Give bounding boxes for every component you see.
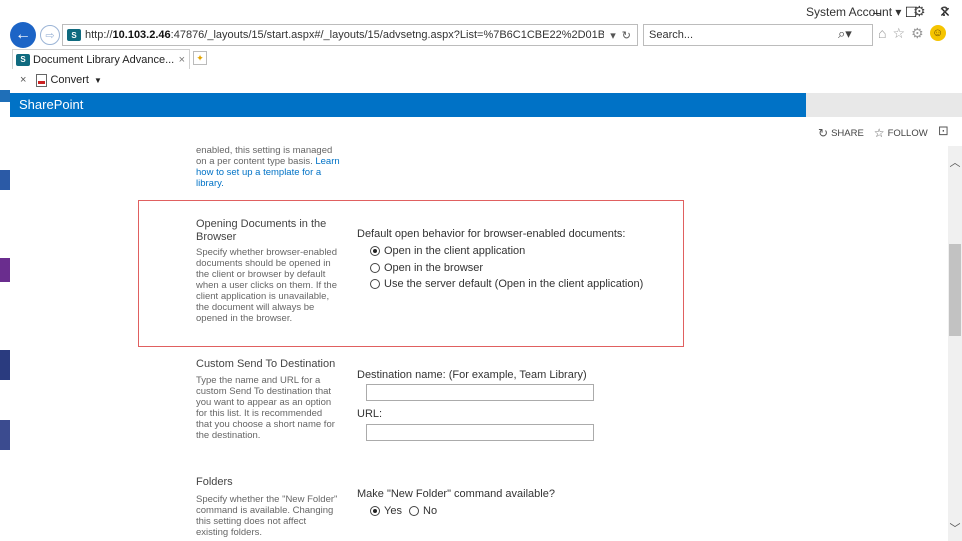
- folders-title: Folders: [196, 476, 233, 488]
- new-folder-prompt: Make "New Folder" command available?: [357, 488, 555, 500]
- send-to-description: Type the name and URL for a custom Send …: [196, 375, 335, 441]
- default-open-behavior-label: Default open behavior for browser-enable…: [357, 228, 626, 240]
- suite-bar: SharePoint: [10, 93, 962, 117]
- follow-button[interactable]: FOLLOW: [888, 128, 928, 139]
- folders-description: Specify whether the "New Folder" command…: [196, 494, 338, 538]
- pdf-convert-icon: [36, 73, 48, 87]
- destination-name-input[interactable]: [366, 384, 594, 401]
- account-menu[interactable]: System Account ▾: [806, 5, 901, 19]
- tab-row: S Document Library Advance... × ✦: [10, 49, 962, 69]
- sharepoint-tab-icon: S: [16, 53, 30, 66]
- radio-open-client[interactable]: Open in the client application: [370, 245, 525, 257]
- address-url[interactable]: http://10.103.2.46:47876/_layouts/15/sta…: [85, 29, 604, 41]
- tab-title: Document Library Advance...: [33, 53, 175, 66]
- url-label: URL:: [357, 408, 383, 420]
- vertical-scrollbar[interactable]: ︿ ﹀: [948, 146, 962, 541]
- back-button[interactable]: ←: [10, 22, 36, 48]
- address-bar[interactable]: S http://10.103.2.46:47876/_layouts/15/s…: [62, 24, 638, 46]
- sharepoint-favicon-icon: S: [67, 29, 81, 41]
- send-to-title: Custom Send To Destination: [196, 358, 336, 370]
- scrollbar-thumb[interactable]: [949, 244, 961, 336]
- opening-documents-description: Specify whether browser-enabled document…: [196, 247, 337, 324]
- radio-button-checked[interactable]: [370, 506, 380, 516]
- learn-template-link-line2[interactable]: how to set up a template for a: [196, 167, 346, 178]
- desktop-edge: [0, 0, 10, 541]
- radio-button[interactable]: [370, 279, 380, 289]
- radio-button[interactable]: [370, 263, 380, 273]
- address-dropdown-icon[interactable]: ▾: [610, 29, 616, 42]
- forward-button[interactable]: ⇨: [40, 25, 60, 45]
- tab-document-library-advanced[interactable]: S Document Library Advance... ×: [12, 49, 190, 69]
- destination-url-input[interactable]: [366, 424, 594, 441]
- help-icon[interactable]: ?: [940, 3, 949, 19]
- tab-close-icon[interactable]: ×: [179, 54, 185, 66]
- suite-bar-right-panel: [806, 93, 962, 117]
- tools-gear-icon[interactable]: ⚙: [911, 25, 924, 42]
- radio-button[interactable]: [409, 506, 419, 516]
- command-bar-close-icon[interactable]: ×: [20, 74, 26, 86]
- page-actions: ↻ SHARE ☆ FOLLOW: [818, 126, 928, 140]
- new-tab-button[interactable]: ✦: [193, 51, 207, 65]
- refresh-icon[interactable]: ↻: [622, 29, 631, 42]
- radio-server-default[interactable]: Use the server default (Open in the clie…: [370, 278, 643, 290]
- sharepoint-brand[interactable]: SharePoint: [19, 97, 83, 112]
- radio-new-folder-yes[interactable]: Yes: [370, 505, 402, 517]
- scroll-down-icon[interactable]: ﹀: [948, 520, 962, 536]
- radio-button-checked[interactable]: [370, 246, 380, 256]
- radio-open-browser[interactable]: Open in the browser: [370, 262, 483, 274]
- learn-template-link[interactable]: Learn: [315, 156, 339, 167]
- destination-name-label: Destination name: (For example, Team Lib…: [357, 369, 587, 381]
- feedback-smiley-icon[interactable]: ☺: [929, 25, 946, 41]
- search-icon[interactable]: ⌕▾: [838, 26, 852, 42]
- convert-dropdown-icon[interactable]: ▼: [94, 76, 102, 85]
- favorites-star-icon[interactable]: ☆: [892, 25, 905, 42]
- template-section-description: enabled, this setting is managed on a pe…: [196, 145, 346, 189]
- home-icon[interactable]: ⌂: [878, 25, 886, 42]
- learn-template-link-line3[interactable]: library.: [196, 178, 346, 189]
- follow-star-icon[interactable]: ☆: [874, 126, 885, 140]
- focus-on-content-icon[interactable]: ⊡: [938, 123, 949, 139]
- opening-documents-title: Opening Documents in the Browser: [196, 218, 327, 243]
- command-bar: × Convert ▼: [10, 69, 962, 91]
- share-icon[interactable]: ↻: [818, 126, 828, 140]
- settings-gear-icon[interactable]: ⚙: [913, 3, 926, 20]
- radio-new-folder-no[interactable]: No: [409, 505, 437, 517]
- scroll-up-icon[interactable]: ︿: [948, 154, 962, 170]
- share-button[interactable]: SHARE: [831, 128, 864, 139]
- convert-button[interactable]: Convert: [50, 74, 89, 86]
